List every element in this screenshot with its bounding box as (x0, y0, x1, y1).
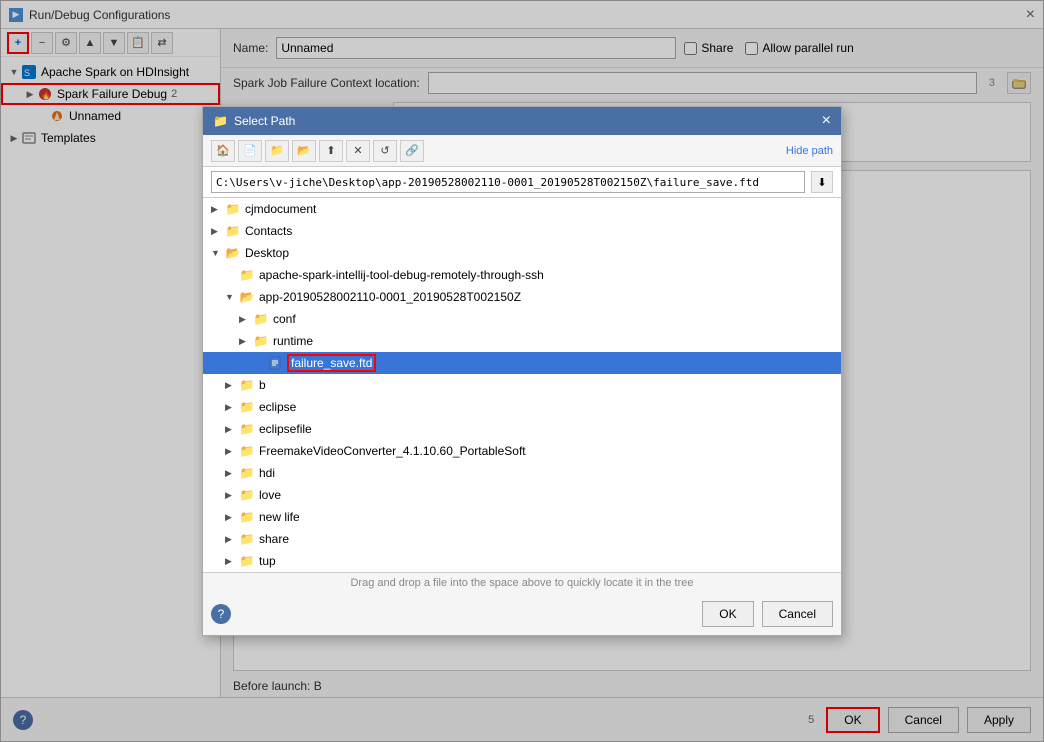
folder-up-button[interactable]: 📂 (292, 140, 316, 162)
label-freemake: FreemakeVideoConverter_4.1.10.60_Portabl… (259, 444, 526, 458)
scroll-up-button[interactable]: ⬆ (319, 140, 343, 162)
arrow-contacts: ▶ (211, 226, 225, 237)
mtree-spark-ssh[interactable]: 📁 apache-spark-intellij-tool-debug-remot… (203, 264, 841, 286)
mtree-cjmdocument[interactable]: ▶ 📁 cjmdocument (203, 198, 841, 220)
modal-cancel-button[interactable]: Cancel (762, 601, 833, 627)
arrow-freemake: ▶ (225, 446, 239, 457)
label-b: b (259, 378, 266, 392)
mtree-desktop[interactable]: ▼ 📂 Desktop (203, 242, 841, 264)
folder-icon-b: 📁 (239, 377, 255, 393)
arrow-conf: ▶ (239, 314, 253, 325)
folder-icon-tup: 📁 (239, 553, 255, 569)
path-input[interactable] (211, 171, 805, 193)
mtree-freemake[interactable]: ▶ 📁 FreemakeVideoConverter_4.1.10.60_Por… (203, 440, 841, 462)
arrow-app-folder: ▼ (225, 292, 239, 302)
modal-icon: 📁 (213, 114, 228, 128)
modal-path-bar: ⬇ (203, 167, 841, 198)
folder-icon-contacts: 📁 (225, 223, 241, 239)
folder-icon-new-life: 📁 (239, 509, 255, 525)
arrow-eclipse: ▶ (225, 402, 239, 413)
folder-icon-conf: 📁 (253, 311, 269, 327)
mtree-hdi[interactable]: ▶ 📁 hdi (203, 462, 841, 484)
modal-title-bar: 📁 Select Path × (203, 107, 841, 135)
modal-help-icon[interactable]: ? (211, 604, 231, 624)
mtree-share[interactable]: ▶ 📁 share (203, 528, 841, 550)
arrow-tup: ▶ (225, 556, 239, 567)
label-spark-ssh: apache-spark-intellij-tool-debug-remotel… (259, 268, 544, 282)
folder-icon-eclipsefile: 📁 (239, 421, 255, 437)
folder-icon-love: 📁 (239, 487, 255, 503)
new-file-button[interactable]: 📄 (238, 140, 262, 162)
modal-overlay: 📁 Select Path × 🏠 📄 📁 📂 ⬆ ✕ ↺ 🔗 Hide pat… (0, 0, 1044, 742)
modal-hint: Drag and drop a file into the space abov… (203, 573, 841, 593)
link-button[interactable]: 🔗 (400, 140, 424, 162)
label-eclipsefile: eclipsefile (259, 422, 312, 436)
label-app-folder: app-20190528002110-0001_20190528T002150Z (259, 290, 521, 304)
hide-path-link[interactable]: Hide path (786, 145, 833, 157)
label-love: love (259, 488, 281, 502)
mtree-app-folder[interactable]: ▼ 📂 app-20190528002110-0001_20190528T002… (203, 286, 841, 308)
arrow-cjmdocument: ▶ (211, 204, 225, 215)
modal-footer-right: OK Cancel (702, 601, 833, 627)
label-eclipse: eclipse (259, 400, 296, 414)
modal-close-button[interactable]: × (822, 112, 831, 130)
label-cjmdocument: cjmdocument (245, 202, 316, 216)
mtree-eclipse[interactable]: ▶ 📁 eclipse (203, 396, 841, 418)
modal-toolbar-left: 🏠 📄 📁 📂 ⬆ ✕ ↺ 🔗 (211, 140, 424, 162)
mtree-new-life[interactable]: ▶ 📁 new life (203, 506, 841, 528)
mtree-runtime[interactable]: ▶ 📁 runtime (203, 330, 841, 352)
delete-button[interactable]: ✕ (346, 140, 370, 162)
arrow-eclipsefile: ▶ (225, 424, 239, 435)
arrow-hdi: ▶ (225, 468, 239, 479)
label-desktop: Desktop (245, 246, 289, 260)
modal-ok-button[interactable]: OK (702, 601, 753, 627)
home-button[interactable]: 🏠 (211, 140, 235, 162)
modal-toolbar: 🏠 📄 📁 📂 ⬆ ✕ ↺ 🔗 Hide path (203, 135, 841, 167)
label-tup: tup (259, 554, 276, 568)
path-browse-button[interactable]: ⬇ (811, 171, 833, 193)
folder-icon-freemake: 📁 (239, 443, 255, 459)
mtree-love[interactable]: ▶ 📁 love (203, 484, 841, 506)
label-conf: conf (273, 312, 296, 326)
mtree-tup[interactable]: ▶ 📁 tup (203, 550, 841, 572)
mtree-contacts[interactable]: ▶ 📁 Contacts (203, 220, 841, 242)
select-path-modal: 📁 Select Path × 🏠 📄 📁 📂 ⬆ ✕ ↺ 🔗 Hide pat… (202, 106, 842, 636)
modal-title-left: 📁 Select Path (213, 114, 295, 128)
folder-icon-eclipse: 📁 (239, 399, 255, 415)
arrow-desktop: ▼ (211, 248, 225, 258)
modal-title-text: Select Path (234, 114, 295, 128)
mtree-eclipsefile[interactable]: ▶ 📁 eclipsefile (203, 418, 841, 440)
mtree-failure-save[interactable]: failure_save.ftd (203, 352, 841, 374)
mtree-b[interactable]: ▶ 📁 b (203, 374, 841, 396)
folder-icon-runtime: 📁 (253, 333, 269, 349)
folder-icon-desktop: 📂 (225, 245, 241, 261)
label-failure-save: failure_save.ftd (287, 354, 376, 372)
folder-icon-cjmdocument: 📁 (225, 201, 241, 217)
refresh-button[interactable]: ↺ (373, 140, 397, 162)
arrow-b: ▶ (225, 380, 239, 391)
mtree-conf[interactable]: ▶ 📁 conf (203, 308, 841, 330)
file-icon-failure-save (267, 355, 283, 371)
modal-tree[interactable]: ▶ 📁 cjmdocument ▶ 📁 Contacts ▼ 📂 Desktop… (203, 198, 841, 573)
arrow-share: ▶ (225, 534, 239, 545)
new-folder-button[interactable]: 📁 (265, 140, 289, 162)
modal-footer: ? OK Cancel (203, 593, 841, 635)
label-runtime: runtime (273, 334, 313, 348)
arrow-new-life: ▶ (225, 512, 239, 523)
label-share: share (259, 532, 289, 546)
folder-icon-app: 📂 (239, 289, 255, 305)
folder-icon-spark-ssh: 📁 (239, 267, 255, 283)
arrow-love: ▶ (225, 490, 239, 501)
folder-icon-hdi: 📁 (239, 465, 255, 481)
label-contacts: Contacts (245, 224, 292, 238)
arrow-runtime: ▶ (239, 336, 253, 347)
folder-icon-share: 📁 (239, 531, 255, 547)
label-hdi: hdi (259, 466, 275, 480)
label-new-life: new life (259, 510, 300, 524)
